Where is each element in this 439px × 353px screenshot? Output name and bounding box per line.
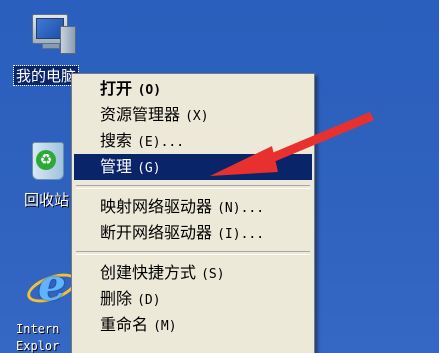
menu-item-accel: (M) (153, 319, 177, 334)
menu-item-disconnect-network-drive[interactable]: 断开网络驱动器 (I)... (74, 220, 312, 246)
menu-item-delete[interactable]: 删除 (D) (74, 286, 312, 312)
desktop: 我的电脑 ♻ 回收站 e Intern Explor 打开 (O) 资源管理器 … (0, 0, 439, 353)
menu-item-accel: (N)... (217, 201, 265, 216)
internet-explorer-label-line2: Explor (16, 339, 60, 353)
menu-item-accel: (S) (201, 267, 225, 282)
menu-item-label: 重命名 (100, 315, 149, 334)
menu-item-label: 打开 (100, 79, 133, 98)
menu-item-create-shortcut[interactable]: 创建快捷方式 (S) (74, 260, 312, 286)
menu-item-accel: (G) (137, 161, 161, 176)
menu-item-map-network-drive[interactable]: 映射网络驱动器 (N)... (74, 194, 312, 220)
menu-item-label: 断开网络驱动器 (100, 223, 213, 242)
my-computer-label-box: 我的电脑 (12, 65, 80, 86)
menu-item-label: 管理 (100, 157, 133, 176)
menu-item-label: 资源管理器 (100, 105, 181, 124)
menu-item-label: 搜索 (100, 131, 133, 150)
menu-item-rename[interactable]: 重命名 (M) (74, 312, 312, 338)
menu-item-accel: (I)... (217, 227, 265, 242)
menu-item-accel: (E)... (137, 135, 185, 150)
menu-separator (76, 251, 310, 255)
red-arrow-icon (210, 112, 374, 176)
internet-explorer-label-line1: Intern (16, 322, 60, 336)
menu-item-label: 映射网络驱动器 (100, 197, 213, 216)
menu-item-accel: (O) (137, 83, 162, 98)
menu-item-label: 删除 (100, 289, 133, 308)
my-computer-label: 我的电脑 (16, 67, 77, 85)
menu-item-label: 创建快捷方式 (100, 263, 197, 282)
recycle-bin-label: 回收站 (24, 191, 70, 209)
menu-item-open[interactable]: 打开 (O) (74, 76, 312, 102)
desktop-icon-internet-explorer[interactable]: e Intern Explor (14, 262, 81, 353)
menu-item-accel: (D) (137, 293, 161, 308)
